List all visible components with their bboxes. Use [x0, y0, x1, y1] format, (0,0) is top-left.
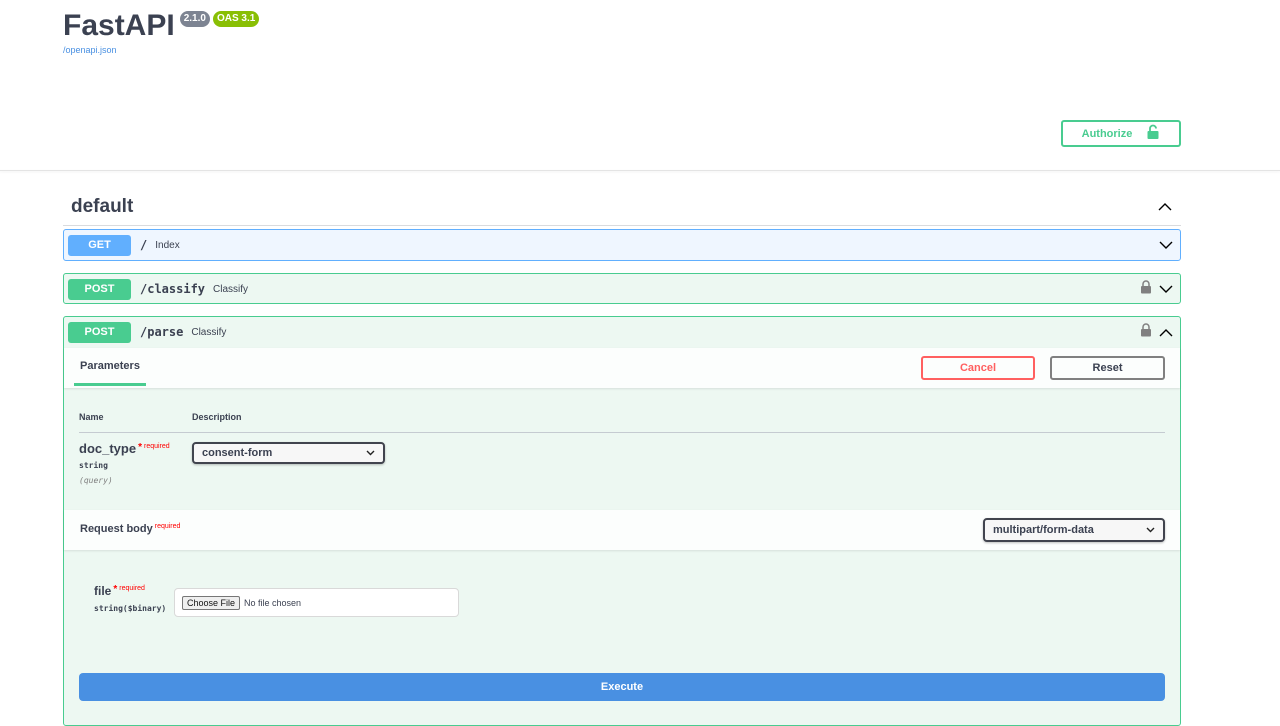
doc-type-selected-value: consent-form	[202, 447, 273, 459]
chevron-down-icon[interactable]	[1158, 237, 1174, 253]
authorize-label: Authorize	[1081, 127, 1133, 140]
lock-icon[interactable]	[1140, 279, 1152, 299]
operation-post-parse[interactable]: POST /parse Classify Parameters Cancel R…	[63, 316, 1181, 726]
operation-description: Classify	[213, 283, 249, 295]
operation-controls	[1140, 317, 1174, 347]
file-field-name: file * required	[94, 584, 145, 598]
api-info: FastAPI 2.1.0 OAS 3.1 /openapi.json	[63, 9, 260, 55]
tag-name: default	[71, 195, 134, 217]
chevron-up-icon[interactable]	[1158, 324, 1174, 340]
unlock-icon	[1146, 124, 1160, 143]
cancel-button[interactable]: Cancel	[921, 356, 1035, 380]
file-field-name-text: file	[94, 584, 112, 598]
lock-icon[interactable]	[1140, 322, 1152, 342]
scheme-divider	[0, 170, 1280, 171]
required-star: *	[138, 442, 142, 453]
param-name: doc_type * required	[79, 441, 170, 456]
parameters-header: Parameters Cancel Reset	[64, 348, 1180, 388]
column-header-description: Description	[192, 412, 242, 422]
required-label: required	[154, 523, 181, 530]
operation-path: /parse	[140, 325, 184, 339]
parameters-divider	[79, 432, 1165, 433]
app-title: FastAPI	[63, 9, 175, 42]
authorize-button[interactable]: Authorize	[1061, 120, 1181, 147]
execute-button[interactable]: Execute	[79, 673, 1165, 701]
choose-file-button[interactable]: Choose File	[182, 595, 241, 610]
tab-underline	[74, 383, 146, 386]
operation-description: Index	[155, 239, 180, 251]
tag-header-default[interactable]: default	[63, 188, 1181, 226]
reset-button[interactable]: Reset	[1050, 356, 1165, 380]
tab-parameters[interactable]: Parameters	[80, 360, 140, 372]
request-body-title-text: Request body	[80, 523, 153, 535]
operation-post-classify[interactable]: POST /classify Classify	[63, 273, 1181, 304]
file-input[interactable]: Choose File No file chosen	[174, 588, 459, 617]
no-file-text: No file chosen	[244, 597, 302, 608]
chevron-down-icon[interactable]	[1158, 281, 1174, 297]
operation-path: /	[140, 238, 148, 252]
doc-type-select[interactable]: consent-form	[192, 442, 385, 464]
version-badge: 2.1.0	[179, 11, 210, 27]
chevron-down-icon	[366, 447, 375, 459]
operation-controls	[1158, 230, 1174, 260]
param-location: (query)	[79, 476, 113, 485]
required-label: required	[143, 443, 170, 450]
method-badge-post: POST	[68, 278, 131, 300]
openapi-json-link[interactable]: /openapi.json	[63, 45, 259, 55]
chevron-down-icon	[1146, 524, 1155, 536]
title-row: FastAPI 2.1.0 OAS 3.1	[63, 9, 260, 42]
operation-controls	[1140, 274, 1174, 304]
operation-summary[interactable]: POST /parse Classify	[64, 317, 1180, 347]
file-field-type: string($binary)	[94, 604, 167, 613]
oas-badge: OAS 3.1	[212, 11, 260, 27]
param-name-text: doc_type	[79, 441, 137, 456]
method-badge-post: POST	[68, 321, 131, 343]
operation-get-index[interactable]: GET / Index	[63, 229, 1181, 261]
content-type-select[interactable]: multipart/form-data	[983, 518, 1165, 542]
method-badge-get: GET	[68, 234, 131, 256]
chevron-up-icon[interactable]	[1157, 199, 1173, 215]
operation-summary[interactable]: GET / Index	[64, 230, 1180, 260]
operation-summary[interactable]: POST /classify Classify	[64, 274, 1180, 304]
content-type-selected-value: multipart/form-data	[993, 524, 1094, 536]
param-type: string	[79, 461, 108, 470]
required-label: required	[119, 585, 145, 592]
request-body-title: Request body required	[80, 523, 180, 535]
operation-path: /classify	[140, 282, 206, 296]
required-star: *	[113, 584, 118, 595]
operation-description: Classify	[191, 326, 227, 338]
column-header-name: Name	[79, 412, 104, 422]
request-body-header: Request body required multipart/form-data	[64, 510, 1180, 550]
